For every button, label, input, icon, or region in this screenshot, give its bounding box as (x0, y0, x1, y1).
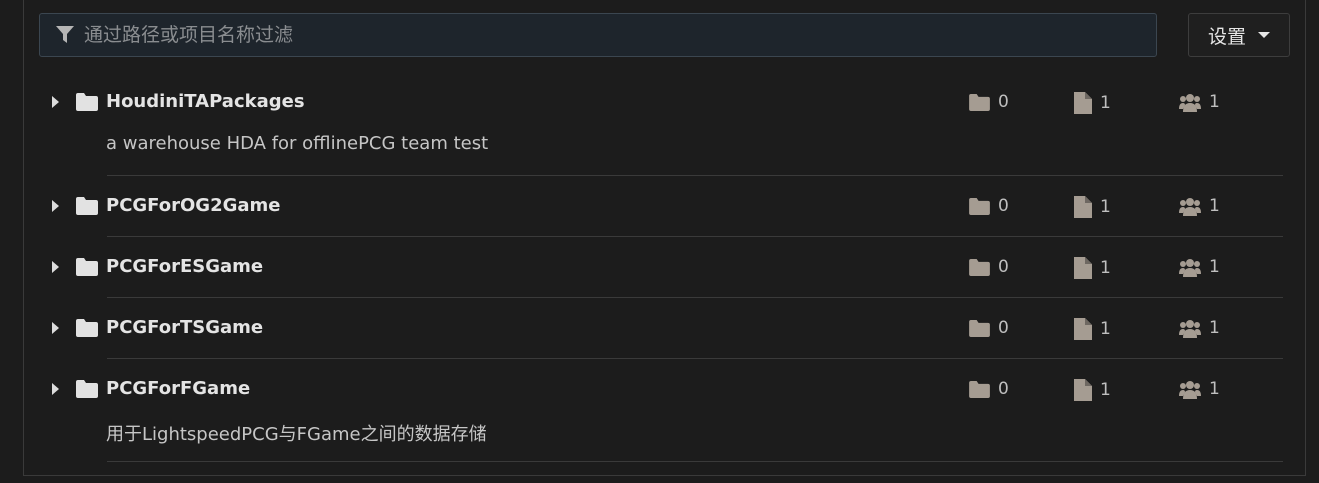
list-item: PCGForOG2Game 0 1 1 (52, 176, 1283, 237)
file-count: 1 (1074, 318, 1111, 340)
member-count-value: 1 (1209, 92, 1220, 112)
filter-input[interactable] (84, 14, 1156, 56)
dir-count-value: 0 (998, 379, 1009, 399)
users-icon (1179, 198, 1201, 216)
folder-icon (76, 380, 98, 402)
filter-icon (54, 24, 76, 46)
file-icon (1074, 92, 1092, 114)
member-count: 1 (1179, 318, 1220, 338)
file-icon (1074, 379, 1092, 401)
dir-count-value: 0 (998, 318, 1009, 338)
file-count: 1 (1074, 196, 1111, 218)
dir-count-value: 0 (998, 257, 1009, 277)
repo-name[interactable]: PCGForOG2Game (106, 195, 280, 216)
expand-arrow-icon[interactable] (52, 322, 59, 334)
file-count-value: 1 (1100, 380, 1111, 400)
repo-name[interactable]: PCGForTSGame (106, 317, 263, 338)
caret-down-icon (1258, 32, 1270, 38)
expand-arrow-icon[interactable] (52, 261, 59, 273)
folder-count-icon (969, 93, 990, 111)
member-count-value: 1 (1209, 257, 1220, 277)
dir-count: 0 (969, 379, 1009, 399)
file-count-value: 1 (1100, 258, 1111, 278)
member-count: 1 (1179, 379, 1220, 399)
dir-count: 0 (969, 196, 1009, 216)
repo-name[interactable]: PCGForFGame (106, 378, 250, 399)
expand-arrow-icon[interactable] (52, 200, 59, 212)
file-count: 1 (1074, 257, 1111, 279)
file-icon (1074, 257, 1092, 279)
users-icon (1179, 381, 1201, 399)
file-icon (1074, 196, 1092, 218)
file-icon (1074, 318, 1092, 340)
file-count-value: 1 (1100, 93, 1111, 113)
member-count: 1 (1179, 196, 1220, 216)
member-count-value: 1 (1209, 196, 1220, 216)
folder-count-icon (969, 197, 990, 215)
repository-list: HoudiniTAPackages 0 1 1 a warehouse HDA … (40, 72, 1283, 462)
settings-dropdown-button[interactable]: 设置 (1188, 13, 1290, 57)
file-count-value: 1 (1100, 319, 1111, 339)
repo-description: a warehouse HDA for offlinePCG team test (106, 133, 489, 154)
repo-name[interactable]: HoudiniTAPackages (106, 91, 305, 112)
folder-icon (76, 93, 98, 115)
repo-name[interactable]: PCGForESGame (106, 256, 263, 277)
file-count: 1 (1074, 379, 1111, 401)
dir-count: 0 (969, 257, 1009, 277)
member-count-value: 1 (1209, 379, 1220, 399)
folder-icon (76, 197, 98, 219)
list-item: PCGForFGame 0 1 1 用于LightspeedPCG与FGame之… (52, 359, 1283, 462)
dir-count-value: 0 (998, 92, 1009, 112)
member-count: 1 (1179, 257, 1220, 277)
folder-count-icon (969, 258, 990, 276)
folder-count-icon (969, 319, 990, 337)
folder-icon (76, 319, 98, 341)
list-item: HoudiniTAPackages 0 1 1 a warehouse HDA … (52, 72, 1283, 176)
users-icon (1179, 320, 1201, 338)
repo-description: 用于LightspeedPCG与FGame之间的数据存储 (106, 424, 487, 445)
folder-icon (76, 258, 98, 280)
settings-label: 设置 (1207, 25, 1246, 48)
expand-arrow-icon[interactable] (52, 383, 59, 395)
member-count: 1 (1179, 92, 1220, 112)
file-count: 1 (1074, 92, 1111, 114)
file-count-value: 1 (1100, 197, 1111, 217)
filter-search-box[interactable] (39, 13, 1157, 57)
member-count-value: 1 (1209, 318, 1220, 338)
users-icon (1179, 259, 1201, 277)
list-item: PCGForTSGame 0 1 1 (52, 298, 1283, 359)
expand-arrow-icon[interactable] (52, 96, 59, 108)
list-item: PCGForESGame 0 1 1 (52, 237, 1283, 298)
dir-count: 0 (969, 92, 1009, 112)
dir-count-value: 0 (998, 196, 1009, 216)
dir-count: 0 (969, 318, 1009, 338)
folder-count-icon (969, 380, 990, 398)
users-icon (1179, 94, 1201, 112)
